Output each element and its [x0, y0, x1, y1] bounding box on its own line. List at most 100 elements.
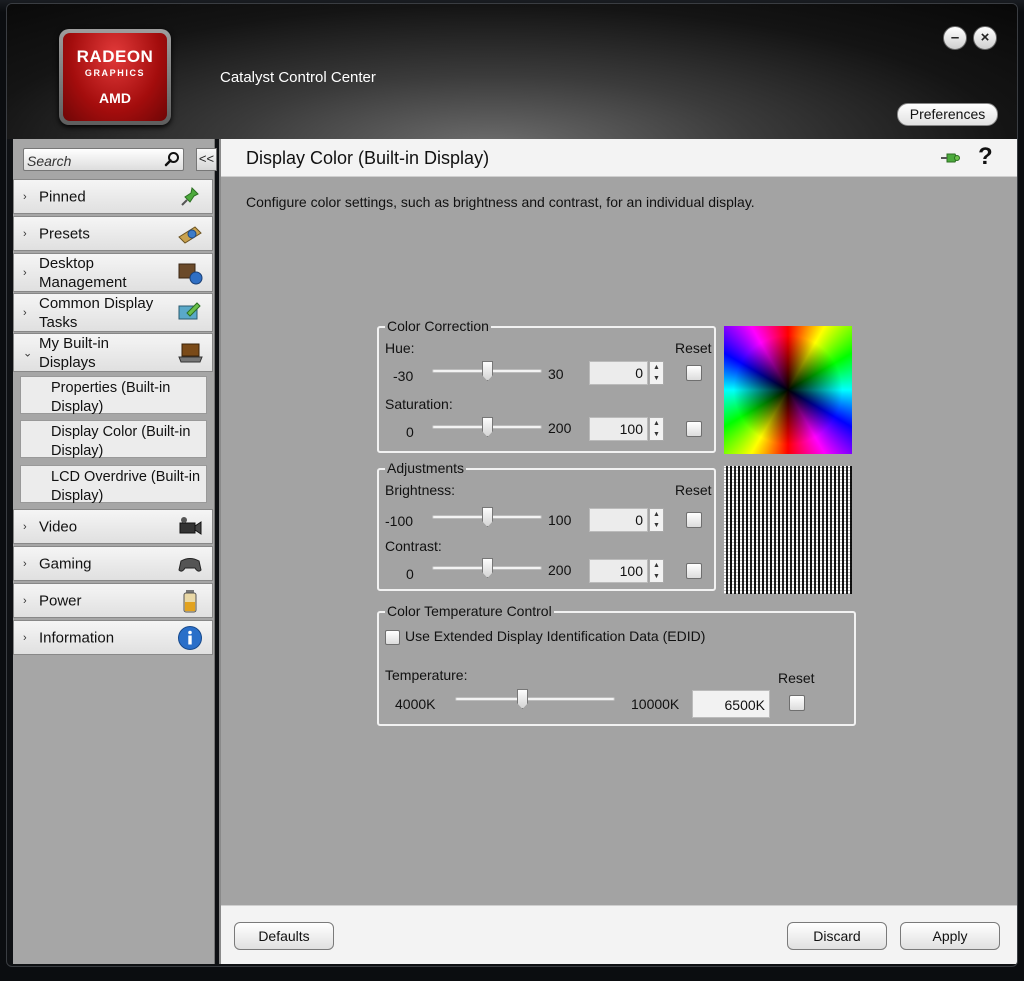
decrement-icon[interactable]: ▼ — [650, 520, 663, 531]
adjustments-group: Adjustments Brightness: Reset -100 100 0… — [377, 460, 716, 591]
brightness-value[interactable]: 0 — [589, 508, 648, 532]
hue-max-label: 30 — [548, 366, 564, 382]
slider-thumb[interactable] — [482, 417, 493, 437]
search-input[interactable]: Search — [23, 148, 184, 171]
logo-main-text: RADEON — [76, 47, 154, 66]
brightness-min-label: -100 — [385, 513, 414, 529]
sidebar-item-presets[interactable]: › Presets — [13, 216, 213, 251]
group-title: Color Correction — [385, 318, 491, 334]
contrast-max-label: 200 — [548, 562, 572, 578]
preferences-button[interactable]: Preferences — [897, 103, 998, 126]
decrement-icon[interactable]: ▼ — [650, 429, 663, 440]
hue-reset-checkbox[interactable] — [686, 365, 702, 381]
saturation-stepper[interactable]: 100 ▲ ▼ — [589, 417, 664, 441]
temperature-value[interactable]: 6500K — [692, 690, 770, 718]
sidebar-item-label: Power — [39, 592, 82, 609]
color-wheel-preview — [724, 326, 852, 454]
increment-icon[interactable]: ▲ — [650, 418, 663, 429]
app-title: Catalyst Control Center — [220, 69, 376, 86]
collapse-sidebar-button[interactable]: << — [196, 148, 217, 171]
hue-label: Hue: — [385, 340, 415, 356]
sidebar-item-gaming[interactable]: › Gaming — [13, 546, 213, 581]
main-header: Display Color (Built-in Display) ? — [221, 139, 1017, 177]
sidebar-item-video[interactable]: › Video — [13, 509, 213, 544]
logo-brand-text: AMD — [99, 90, 131, 106]
brightness-label: Brightness: — [385, 482, 456, 498]
app-header: RADEON GRAPHICS AMD Catalyst Control Cen… — [7, 4, 1017, 139]
slider-thumb[interactable] — [517, 689, 528, 709]
hue-slider[interactable] — [432, 361, 542, 381]
sidebar-item-power[interactable]: › Power — [13, 583, 213, 618]
sidebar-item-information[interactable]: › Information — [13, 620, 213, 655]
search-placeholder: Search — [27, 153, 72, 169]
temperature-reset-checkbox[interactable] — [789, 695, 805, 711]
search-icon[interactable] — [164, 151, 180, 167]
help-icon[interactable]: ? — [978, 143, 993, 171]
edid-label: Use Extended Display Identification Data… — [405, 628, 706, 644]
adjustment-test-pattern — [724, 466, 852, 594]
reset-label: Reset — [778, 670, 815, 686]
saturation-value[interactable]: 100 — [589, 417, 648, 441]
brightness-max-label: 100 — [548, 512, 572, 528]
chevron-right-icon: › — [23, 557, 27, 570]
sidebar-item-label: Video — [39, 518, 78, 535]
gamepad-icon — [178, 557, 202, 572]
logo-sub-text: GRAPHICS — [84, 68, 146, 78]
saturation-reset-checkbox[interactable] — [686, 421, 702, 437]
info-icon — [178, 625, 202, 650]
sidebar-item-pinned[interactable]: › Pinned — [13, 179, 213, 214]
slider-thumb[interactable] — [482, 361, 493, 381]
chevron-right-icon: › — [23, 227, 27, 240]
sidebar-subitem-properties[interactable]: Properties (Built-in Display) — [20, 376, 207, 415]
chevron-right-icon: › — [23, 190, 27, 203]
slider-thumb[interactable] — [482, 507, 493, 527]
sidebar-item-my-built-in-displays[interactable]: ⌄ My Built-in Displays — [13, 333, 213, 372]
main-panel: Display Color (Built-in Display) ? Confi… — [219, 139, 1017, 964]
chevron-right-icon: › — [23, 266, 27, 279]
sidebar-item-label: Information — [39, 629, 115, 646]
edid-checkbox[interactable] — [385, 630, 400, 645]
sidebar-item-desktop-management[interactable]: › Desktop Management — [13, 253, 213, 292]
minimize-button[interactable]: – — [943, 26, 967, 50]
hue-min-label: -30 — [393, 368, 414, 384]
contrast-value[interactable]: 100 — [589, 559, 648, 583]
saturation-label: Saturation: — [385, 396, 453, 412]
contrast-reset-checkbox[interactable] — [686, 563, 702, 579]
defaults-button[interactable]: Defaults — [234, 922, 334, 950]
sidebar: Search << › Pinned › Presets › Desktop M… — [13, 139, 217, 964]
contrast-slider[interactable] — [432, 558, 542, 578]
contrast-stepper[interactable]: 100 ▲ ▼ — [589, 559, 664, 583]
decrement-icon[interactable]: ▼ — [650, 373, 663, 384]
pin-icon — [181, 186, 199, 206]
temperature-slider[interactable] — [455, 689, 615, 709]
video-camera-icon — [179, 516, 202, 535]
sidebar-subitem-display-color[interactable]: Display Color (Built-in Display) — [20, 420, 207, 459]
reset-label: Reset — [675, 340, 712, 356]
apply-button[interactable]: Apply — [900, 922, 1000, 950]
slider-thumb[interactable] — [482, 558, 493, 578]
close-button[interactable]: × — [973, 26, 997, 50]
discard-button[interactable]: Discard — [787, 922, 887, 950]
pin-page-icon[interactable] — [939, 148, 963, 168]
hue-value[interactable]: 0 — [589, 361, 648, 385]
saturation-slider[interactable] — [432, 417, 542, 437]
chevron-right-icon: › — [23, 520, 27, 533]
temperature-max-label: 10000K — [631, 696, 680, 712]
sidebar-item-label: Gaming — [39, 555, 92, 572]
chevron-right-icon: › — [23, 594, 27, 607]
increment-icon[interactable]: ▲ — [650, 560, 663, 571]
contrast-min-label: 0 — [406, 566, 414, 582]
decrement-icon[interactable]: ▼ — [650, 571, 663, 582]
brightness-reset-checkbox[interactable] — [686, 512, 702, 528]
group-title: Adjustments — [385, 460, 467, 476]
sidebar-item-common-display-tasks[interactable]: › Common Display Tasks — [13, 293, 213, 332]
increment-icon[interactable]: ▲ — [650, 509, 663, 520]
brightness-stepper[interactable]: 0 ▲ ▼ — [589, 508, 664, 532]
saturation-max-label: 200 — [548, 420, 572, 436]
hue-stepper[interactable]: 0 ▲ ▼ — [589, 361, 664, 385]
brightness-slider[interactable] — [432, 507, 542, 527]
sidebar-subitem-lcd-overdrive[interactable]: LCD Overdrive (Built-in Display) — [20, 465, 207, 504]
temperature-label: Temperature: — [385, 667, 468, 683]
sidebar-item-label: Pinned — [39, 188, 86, 205]
increment-icon[interactable]: ▲ — [650, 362, 663, 373]
